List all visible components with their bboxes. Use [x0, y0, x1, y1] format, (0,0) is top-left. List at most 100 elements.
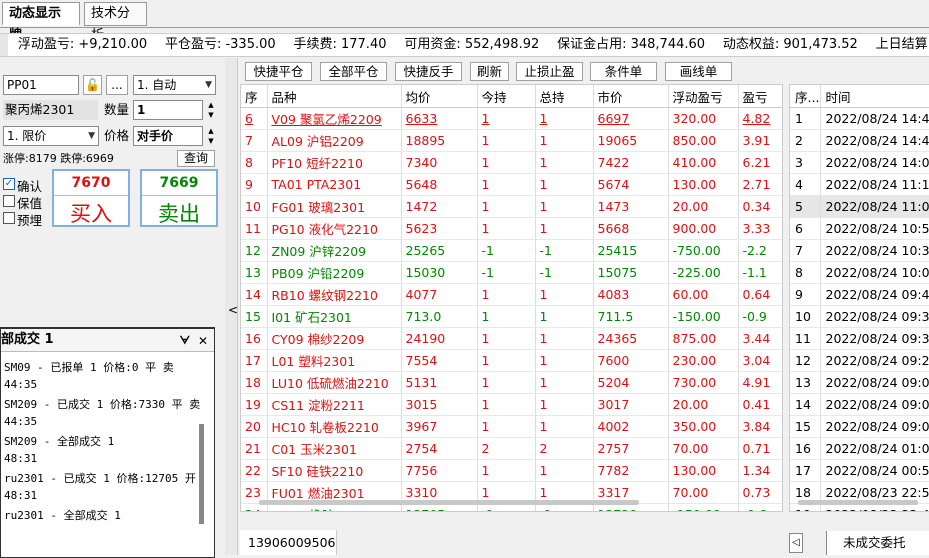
col-today[interactable]: 今持	[477, 85, 536, 108]
refresh-button[interactable]: 刷新	[470, 62, 509, 81]
condition-order-button[interactable]: 条件单	[590, 62, 657, 81]
mode-select[interactable]: 1. 自动 ▼	[133, 75, 216, 95]
col-trade-time[interactable]: 时间	[820, 85, 929, 108]
table-row[interactable]: 4 2022/08/24 11:19	[790, 173, 929, 196]
col-total[interactable]: 总持	[535, 85, 594, 108]
spin-down-icon[interactable]: ▼	[205, 110, 217, 120]
more-button[interactable]: ...	[106, 75, 128, 95]
close-icon[interactable]: ✕	[198, 330, 208, 352]
col-float-pl[interactable]: 浮动盈亏	[668, 85, 739, 108]
table-row[interactable]: 21 C01 玉米2301 2754 2 2 2757 70.00 0.71	[241, 437, 782, 460]
buy-button[interactable]: 7670 买入	[52, 169, 130, 227]
table-row[interactable]: 13 2022/08/24 09:09	[790, 371, 929, 394]
table-row[interactable]: 15 I01 矿石2301 713.0 1 1 711.5 -150.00 -0.9	[241, 305, 782, 328]
table-row[interactable]: 14 2022/08/24 09:05	[790, 393, 929, 416]
table-row[interactable]: 7 AL09 沪铝2209 18895 1 1 19065 850.00 3.91	[241, 129, 782, 152]
horizontal-scrollbar[interactable]	[259, 500, 639, 505]
preorder-checkbox[interactable]	[3, 212, 15, 224]
tab-dynamic-board[interactable]: 动态显示牌	[2, 2, 80, 43]
keep-checkbox[interactable]	[3, 195, 15, 207]
table-row[interactable]: 19 CS11 淀粉2211 3015 1 1 3017 20.00 0.41	[241, 393, 782, 416]
lock-icon[interactable]: 🔓	[83, 75, 102, 95]
contract-field[interactable]: 聚丙烯2301	[3, 100, 98, 120]
table-row[interactable]: 14 RB10 螺纹钢2210 4077 1 1 4083 60.00 0.64	[241, 283, 782, 306]
qty-input[interactable]: 1	[133, 100, 203, 120]
table-row[interactable]: 8 2022/08/24 10:00	[790, 261, 929, 284]
table-row[interactable]: 17 2022/08/24 00:50	[790, 459, 929, 482]
float-pl: 浮动盈亏: +9,210.00	[17, 37, 148, 52]
price-input[interactable]: 对手价	[133, 126, 203, 146]
table-row[interactable]: 10 2022/08/24 09:30	[790, 305, 929, 328]
sell-label: 卖出	[158, 202, 200, 226]
cell-pl: 20.00	[668, 393, 739, 416]
table-row[interactable]: 6 2022/08/24 10:50	[790, 217, 929, 240]
table-row[interactable]: 10 FG01 玻璃2301 1472 1 1 1473 20.00 0.34	[241, 195, 782, 218]
sell-button[interactable]: 7669 卖出	[140, 169, 218, 227]
quick-close-button[interactable]: 快捷平仓	[245, 62, 312, 81]
close-all-button[interactable]: 全部平仓	[320, 62, 387, 81]
col-ratio[interactable]: 盈亏	[738, 85, 782, 108]
table-row[interactable]: 17 L01 塑料2301 7554 1 1 7600 230.00 3.04	[241, 349, 782, 372]
tab-technical-analysis[interactable]: 技术分析	[84, 2, 147, 43]
col-name[interactable]: 品种	[267, 85, 402, 108]
trades-scrollbar[interactable]	[798, 500, 918, 505]
table-row[interactable]: 11 2022/08/24 09:30	[790, 327, 929, 350]
table-row[interactable]: 22 SF10 硅铁2210 7756 1 1 7782 130.00 1.34	[241, 459, 782, 482]
spin-down-icon[interactable]: ▼	[205, 136, 217, 146]
tab-pending-orders[interactable]: 未成交委托	[826, 531, 929, 555]
col-seq[interactable]: 序	[241, 85, 268, 108]
confirm-checkbox[interactable]: ✓	[3, 178, 15, 190]
cell-total: 1	[535, 107, 594, 130]
table-row[interactable]: 3 2022/08/24 14:00	[790, 151, 929, 174]
table-row[interactable]: 5 2022/08/24 11:00	[790, 195, 929, 218]
cell-name: PB09 沪铅2209	[267, 261, 402, 284]
cell-total: 1	[535, 151, 594, 174]
account-code-field[interactable]: PP01	[3, 75, 79, 95]
table-row[interactable]: 13 PB09 沪铅2209 15030 -1 -1 15075 -225.00 -1.1	[241, 261, 782, 284]
table-row[interactable]: 7 2022/08/24 10:38	[790, 239, 929, 262]
cell-time: 2022/08/24 09:02	[820, 415, 929, 438]
cell-seq: 14	[790, 393, 821, 416]
table-row[interactable]: 18 LU10 低硫燃油2210 5131 1 1 5204 730.00 4.91	[241, 371, 782, 394]
cell-seq: 6	[790, 217, 821, 240]
line-order-button[interactable]: 画线单	[665, 62, 732, 81]
table-row[interactable]: 11 PG10 液化气2210 5623 1 1 5668 900.00 3.33	[241, 217, 782, 240]
panel-splitter[interactable]: <	[225, 58, 238, 555]
cell-today: 1	[477, 371, 536, 394]
log-window-title[interactable]: 部成交 1 ᗄ ✕	[1, 329, 214, 352]
table-row[interactable]: 6 V09 聚氯乙烯2209 6633 1 1 6697 320.00 4.82	[241, 107, 782, 130]
pin-icon[interactable]: ᗄ	[180, 330, 190, 352]
table-row[interactable]: 1 2022/08/24 14:48	[790, 107, 929, 130]
table-row[interactable]: 16 CY09 棉纱2209 24190 1 1 24365 875.00 3.44	[241, 327, 782, 350]
cell-name: SF10 硅铁2210	[267, 459, 402, 482]
cell-today: 1	[477, 459, 536, 482]
qty-stepper[interactable]: ▲ ▼	[205, 100, 217, 120]
table-row[interactable]: 8 PF10 短纤2210 7340 1 1 7422 410.00 6.21	[241, 151, 782, 174]
price-stepper[interactable]: ▲ ▼	[205, 126, 217, 146]
cell-seq: 18	[241, 371, 268, 394]
col-avg[interactable]: 均价	[401, 85, 478, 108]
col-price[interactable]: 市价	[593, 85, 669, 108]
stop-loss-button[interactable]: 止损止盈	[516, 62, 583, 81]
table-row[interactable]: 2 2022/08/24 14:44	[790, 129, 929, 152]
cell-today: 1	[477, 393, 536, 416]
price-type-select[interactable]: 1. 限价 ▼	[3, 126, 99, 146]
quick-reverse-button[interactable]: 快捷反手	[395, 62, 462, 81]
log-scrollbar[interactable]	[199, 424, 204, 524]
table-row[interactable]: 16 2022/08/24 01:00	[790, 437, 929, 460]
collapse-left-icon[interactable]: <	[228, 303, 238, 317]
spin-up-icon[interactable]: ▲	[205, 126, 217, 136]
table-row[interactable]: 12 2022/08/24 09:29	[790, 349, 929, 372]
cell-ratio: 0.71	[738, 437, 782, 460]
scroll-left-icon[interactable]: ◁	[789, 533, 803, 553]
cell-seq: 1	[790, 107, 821, 130]
chevron-down-icon: ▼	[205, 80, 212, 90]
table-row[interactable]: 12 ZN09 沪锌2209 25265 -1 -1 25415 -750.00 -2.2	[241, 239, 782, 262]
query-button[interactable]: 查询	[177, 150, 215, 167]
table-row[interactable]: 9 TA01 PTA2301 5648 1 1 5674 130.00 2.71	[241, 173, 782, 196]
table-row[interactable]: 20 HC10 轧卷板2210 3967 1 1 4002 350.00 3.84	[241, 415, 782, 438]
table-row[interactable]: 9 2022/08/24 09:40	[790, 283, 929, 306]
spin-up-icon[interactable]: ▲	[205, 100, 217, 110]
col-trade-seq[interactable]: 序...	[790, 85, 821, 108]
table-row[interactable]: 15 2022/08/24 09:02	[790, 415, 929, 438]
